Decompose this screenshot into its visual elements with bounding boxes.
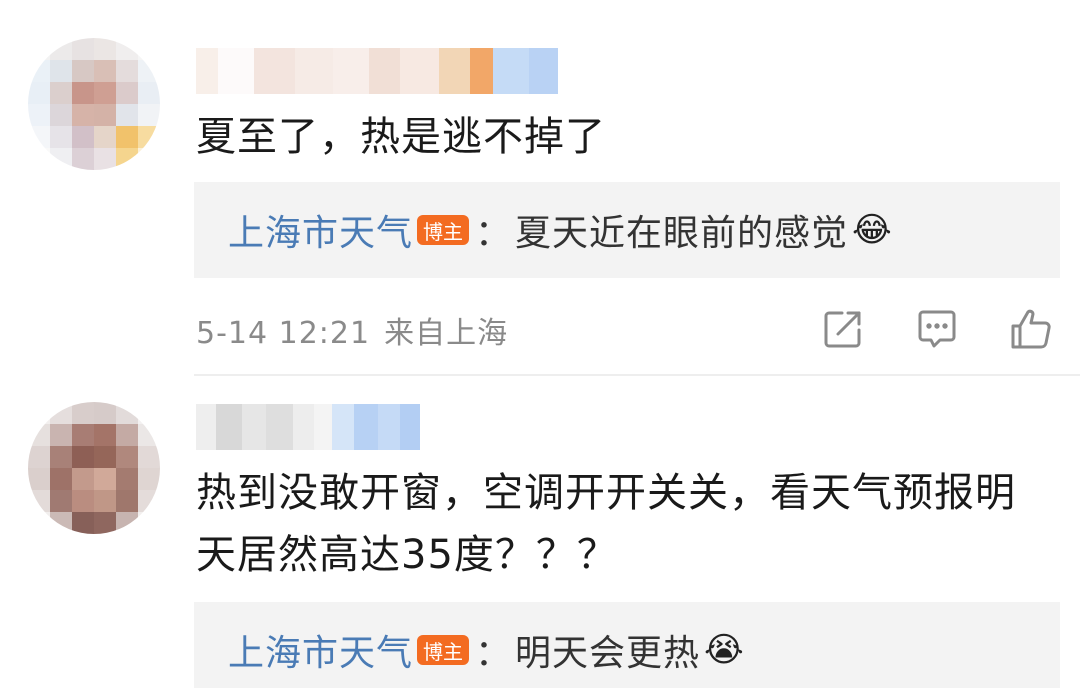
crying-emoji-icon: 😭 bbox=[704, 630, 744, 670]
laughing-tears-emoji-icon: 😂 bbox=[852, 210, 892, 250]
thumbs-up-icon bbox=[1011, 309, 1051, 349]
username-blurred[interactable] bbox=[196, 48, 558, 94]
comment-text-line: 热到没敢开窗，空调开开关关，看天气预报明 bbox=[196, 470, 1016, 516]
blogger-reply[interactable]: 上海市天气 博主 ： 明天会更热 😭 bbox=[194, 602, 1060, 688]
comment-meta: 5-14 12:21 来自上海 bbox=[196, 308, 508, 352]
comment-icon bbox=[918, 310, 956, 348]
reply-separator: ： bbox=[475, 213, 512, 254]
comment-item: 夏至了，热是逃不掉了 上海市天气 博主 ： 夏天近在眼前的感觉 😂 5-14 1… bbox=[0, 0, 1080, 376]
comment-actions bbox=[820, 306, 1080, 352]
comment-timestamp: 5-14 12:21 bbox=[196, 316, 371, 351]
avatar[interactable] bbox=[28, 402, 160, 534]
reply-text: 夏天近在眼前的感觉 bbox=[515, 213, 849, 254]
avatar[interactable] bbox=[28, 38, 160, 170]
comment-item: 热到没敢开窗，空调开开关关，看天气预报明 天居然高达35度？？？ 上海市天气 博… bbox=[0, 376, 1080, 688]
comment-text: 夏至了，热是逃不掉了 bbox=[196, 114, 606, 160]
comment-text-line: 天居然高达35度？？？ bbox=[196, 532, 618, 578]
reply-text: 明天会更热 bbox=[515, 633, 701, 674]
comment-button[interactable] bbox=[914, 306, 960, 352]
username-blurred[interactable] bbox=[196, 404, 421, 450]
reply-author-link[interactable]: 上海市天气 bbox=[228, 624, 413, 676]
comment-location: 来自上海 bbox=[384, 316, 509, 351]
share-button[interactable] bbox=[820, 306, 866, 352]
like-button[interactable] bbox=[1008, 306, 1054, 352]
blogger-badge: 博主 bbox=[417, 635, 470, 665]
share-icon bbox=[824, 311, 861, 348]
comment-text: 热到没敢开窗，空调开开关关，看天气预报明 天居然高达35度？？？ bbox=[196, 462, 1076, 586]
reply-author-link[interactable]: 上海市天气 bbox=[228, 204, 413, 256]
reply-separator: ： bbox=[475, 633, 512, 674]
blogger-reply[interactable]: 上海市天气 博主 ： 夏天近在眼前的感觉 😂 bbox=[194, 182, 1060, 278]
blogger-badge: 博主 bbox=[417, 215, 470, 245]
